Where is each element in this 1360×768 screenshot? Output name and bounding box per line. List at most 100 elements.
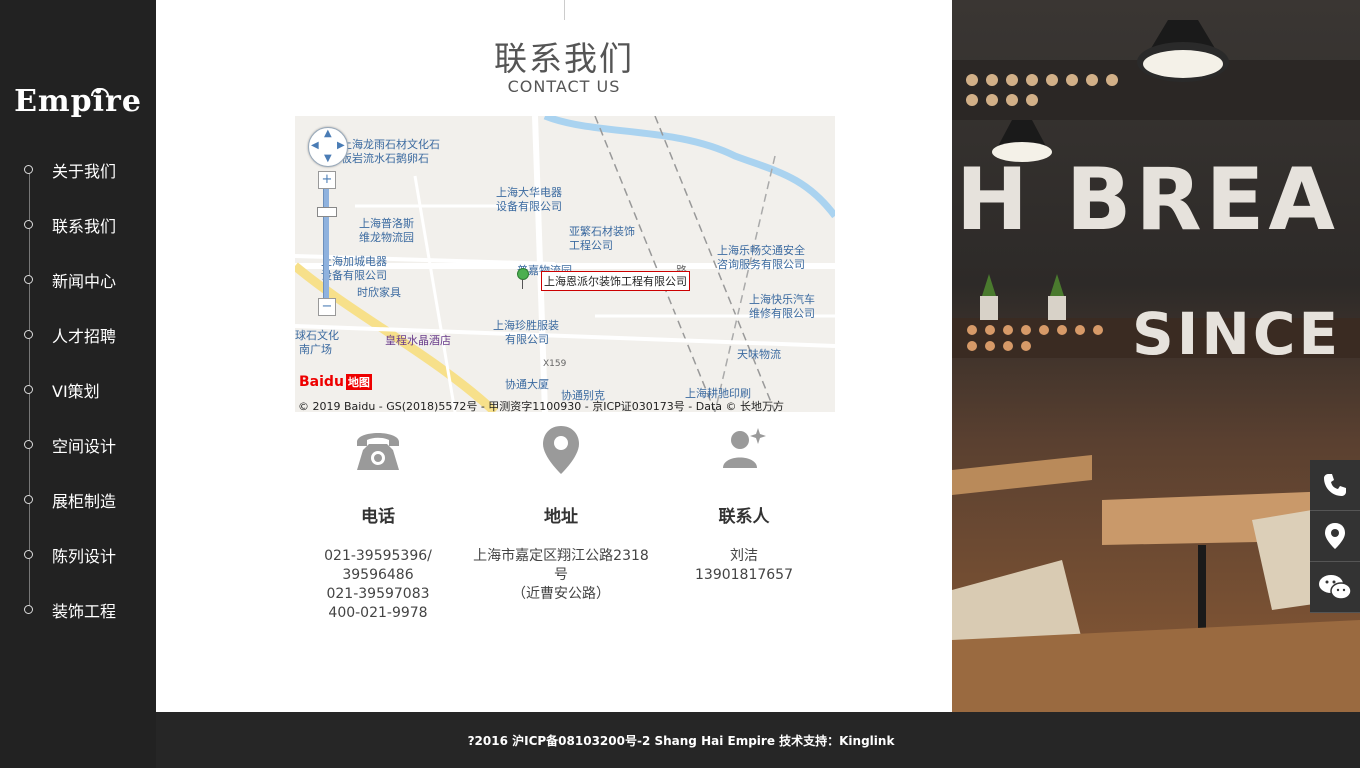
map-label: 亚繁石材装饰 [569, 225, 635, 238]
cafe-sign-line1: H BREA [956, 150, 1339, 250]
baidu-map-logo: Baidu 地图 [299, 374, 372, 390]
sidebar-item-label[interactable]: 人才招聘 [52, 323, 116, 347]
sidebar-item-label[interactable]: 陈列设计 [52, 543, 116, 567]
map-label: 天味物流 [737, 348, 781, 361]
contact-title: 电话 [361, 507, 395, 527]
sidebar-item-careers[interactable]: 人才招聘 [0, 317, 156, 372]
nav-dot-icon [24, 385, 33, 394]
floating-contact-bar [1310, 460, 1360, 614]
wechat-icon [1319, 575, 1352, 600]
nav-dot-icon [24, 495, 33, 504]
map-copyright: © 2019 Baidu - GS(2018)5572号 - 甲测资字11009… [298, 400, 785, 412]
sidebar-item-label[interactable]: 新闻中心 [52, 268, 116, 292]
map-label: 球石文化 [295, 329, 339, 342]
contact-line: （近曹安公路） [512, 586, 610, 602]
map-label: 维修有限公司 [749, 307, 815, 320]
sidebar-item-label[interactable]: VI策划 [52, 378, 100, 402]
sidebar-item-display[interactable]: 陈列设计 [0, 537, 156, 592]
contact-line: 021-39595396/ 39596486 [324, 548, 432, 583]
nav-dot-icon [24, 275, 33, 284]
phone-icon [1324, 474, 1346, 496]
float-location-button[interactable] [1310, 511, 1360, 562]
nav-dot-icon [24, 440, 33, 449]
sidebar-item-label[interactable]: 装饰工程 [52, 598, 116, 622]
map-label: 上海龙雨石材文化石 [341, 138, 440, 151]
contact-title: 联系人 [718, 507, 770, 527]
map-label: 维龙物流园 [359, 231, 414, 244]
map-label: 工程公司 [569, 239, 613, 252]
zoom-in-button[interactable]: + [318, 171, 336, 189]
map-label: 上海乐畅交通安全 [717, 244, 805, 257]
main-content: 联系我们 CONTACT US 上海龙雨石材文化石 板岩流水石鹅卵石 上海大华电… [156, 0, 952, 712]
pan-up-icon[interactable]: ▲ [324, 128, 332, 139]
map-road-label: X159 [543, 359, 567, 369]
pan-left-icon[interactable]: ◀ [311, 140, 319, 151]
sidebar-item-about[interactable]: 关于我们 [0, 152, 156, 207]
contact-line: 上海市嘉定区翔江公路2318 [473, 548, 649, 564]
map-label: 咨询服务有限公司 [717, 258, 805, 271]
contact-line: 号 [554, 567, 568, 583]
map-pan-control[interactable]: ▲ ◀ ▶ ▼ [308, 127, 348, 167]
sidebar-item-decoration[interactable]: 装饰工程 [0, 592, 156, 647]
cafe-photo: H BREA SINCE 19 [952, 0, 1360, 712]
map-label: 板岩流水石鹅卵石 [341, 152, 429, 165]
nav-dot-icon [24, 550, 33, 559]
sidebar-item-label[interactable]: 空间设计 [52, 433, 116, 457]
pan-right-icon[interactable]: ▶ [337, 140, 345, 151]
map-label: 设备有限公司 [321, 269, 387, 282]
sidebar-item-contact[interactable]: 联系我们 [0, 207, 156, 262]
float-phone-button[interactable] [1310, 460, 1360, 511]
map-label: 上海加城电器 [321, 255, 387, 268]
sidebar-item-label[interactable]: 展柜制造 [52, 488, 116, 512]
pan-down-icon[interactable]: ▼ [324, 153, 332, 164]
phone-icon [288, 424, 468, 478]
contact-line: 13901817657 [695, 567, 793, 583]
map-marker-label[interactable]: 上海恩派尔装饰工程有限公司 [541, 271, 690, 291]
sidebar-item-showcase[interactable]: 展柜制造 [0, 482, 156, 537]
location-pin-icon [471, 424, 651, 478]
sidebar-item-vi[interactable]: VI策划 [0, 372, 156, 427]
page-title: 联系我们 [494, 39, 634, 78]
cafe-sign-line2: SINCE 19 [1132, 300, 1360, 368]
map-label: 上海珍胜服装 [493, 319, 559, 332]
brand-logo[interactable]: Empire [0, 84, 156, 119]
contact-title: 地址 [544, 507, 578, 527]
contact-phone: 电话 021-39595396/ 39596486 021-39597083 4… [288, 424, 468, 623]
map-label: 协通大厦 [505, 378, 549, 391]
page-subtitle: CONTACT US [507, 77, 621, 96]
logo-crown-icon [91, 88, 109, 96]
nav-dot-icon [24, 330, 33, 339]
sidebar-item-news[interactable]: 新闻中心 [0, 262, 156, 317]
map-label: 时欣家具 [357, 286, 401, 299]
zoom-out-button[interactable]: − [318, 298, 336, 316]
contact-address: 地址 上海市嘉定区翔江公路2318 号 （近曹安公路） [471, 424, 651, 604]
sidebar-nav: 关于我们 联系我们 新闻中心 人才招聘 VI策划 空间设计 展柜制造 陈列设计 … [0, 152, 156, 647]
map-marker-stem [522, 279, 523, 289]
map-label: 皇程水晶酒店 [385, 334, 451, 347]
zoom-slider-handle[interactable] [317, 207, 337, 217]
map-label: 上海大华电器 [496, 186, 562, 199]
map-marker-icon[interactable] [517, 268, 529, 280]
nav-dot-icon [24, 605, 33, 614]
contact-line: 刘洁 [730, 548, 758, 564]
baidu-map-word: 地图 [345, 374, 372, 390]
footer-copyright: ?2016 沪ICP备08103200号-2 Shang Hai Empire … [467, 734, 895, 748]
contact-line: 021-39597083 [326, 586, 430, 602]
map-label: 设备有限公司 [496, 200, 562, 213]
map-label: 南广场 [299, 343, 332, 356]
sidebar-item-label[interactable]: 关于我们 [52, 158, 116, 182]
sidebar-item-space-design[interactable]: 空间设计 [0, 427, 156, 482]
zoom-slider[interactable] [323, 173, 329, 305]
baidu-map[interactable]: 上海龙雨石材文化石 板岩流水石鹅卵石 上海大华电器 设备有限公司 上海普洛斯 维… [295, 116, 835, 412]
contact-line: 400-021-9978 [328, 605, 428, 621]
footer: ?2016 沪ICP备08103200号-2 Shang Hai Empire … [156, 712, 1360, 768]
nav-dot-icon [24, 220, 33, 229]
sidebar-item-label[interactable]: 联系我们 [52, 213, 116, 237]
map-label: 有限公司 [505, 333, 549, 346]
nav-dot-icon [24, 165, 33, 174]
location-icon [1325, 523, 1345, 549]
sidebar: Empire 关于我们 联系我们 新闻中心 人才招聘 VI策划 空间设计 展柜制… [0, 0, 156, 768]
float-wechat-button[interactable] [1310, 562, 1360, 613]
map-label: 上海普洛斯 [359, 217, 414, 230]
contact-person: 联系人 刘洁 13901817657 [654, 424, 834, 585]
